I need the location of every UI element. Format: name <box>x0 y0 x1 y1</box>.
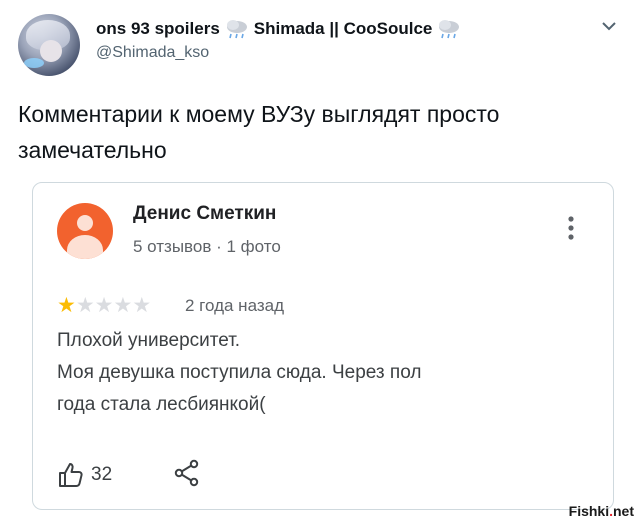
display-name[interactable]: ons 93 spoilers Shimada || CooSoulce <box>96 18 462 40</box>
avatar-face <box>40 40 62 62</box>
chevron-down-icon[interactable] <box>596 16 622 36</box>
cloud-rain-icon <box>226 20 247 39</box>
star-icon-empty: ★ <box>113 294 133 317</box>
avatar-glow <box>24 58 44 68</box>
reviewer-meta: 5 отзывов · 1 фото <box>133 237 281 256</box>
avatar-head <box>77 215 93 231</box>
like-button[interactable]: 32 <box>57 461 112 489</box>
star-rating: ★ ★ ★ ★ ★ <box>57 295 151 317</box>
display-name-part-2: Shimada || CooSoulce <box>253 19 433 38</box>
star-icon-filled: ★ <box>57 294 76 317</box>
cloud-rain-icon-2 <box>439 20 460 39</box>
review-body: Плохой университет. Моя девушка поступил… <box>57 325 577 421</box>
review-line: года стала лесбиянкой( <box>57 394 266 415</box>
avatar-body <box>67 235 103 259</box>
star-icon-empty: ★ <box>94 294 114 317</box>
review-line: Плохой университет. <box>57 330 241 351</box>
reviewer-name[interactable]: Денис Сметкин <box>133 203 276 225</box>
display-name-part-1: ons 93 spoilers <box>96 19 220 38</box>
review-line: Моя девушка поступила сюда. Через пол <box>57 362 422 383</box>
star-icon-empty: ★ <box>75 294 95 317</box>
share-icon[interactable] <box>173 459 201 487</box>
user-handle[interactable]: @Shimada_kso <box>96 44 209 62</box>
watermark-logo: Fishki.net <box>568 503 634 519</box>
like-count: 32 <box>91 464 113 485</box>
review-age: 2 года назад <box>185 296 285 315</box>
more-options-icon[interactable] <box>563 213 579 243</box>
reviewer-avatar[interactable] <box>57 203 113 259</box>
profile-avatar[interactable] <box>18 14 80 76</box>
tweet-text: Комментарии к моему ВУЗу выглядят просто… <box>18 101 500 163</box>
review-card: Денис Сметкин 5 отзывов · 1 фото ★ ★ ★ ★… <box>32 182 614 510</box>
thumbs-up-icon <box>59 463 83 487</box>
star-icon-empty: ★ <box>132 294 152 317</box>
